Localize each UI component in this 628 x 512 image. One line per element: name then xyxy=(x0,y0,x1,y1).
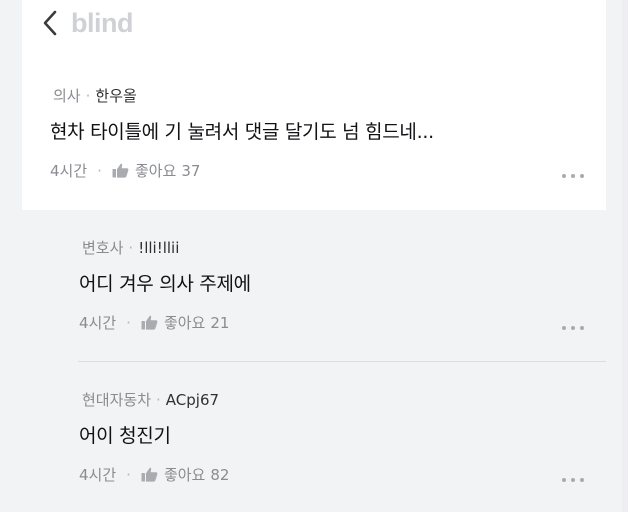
thumbs-up-icon xyxy=(112,163,129,178)
comment-nickname[interactable]: !lli!llii xyxy=(138,239,179,257)
comment-like-count: 21 xyxy=(210,313,230,332)
footer-separator: · xyxy=(126,465,131,484)
more-dot-icon xyxy=(562,174,566,178)
back-button[interactable] xyxy=(40,8,62,38)
comment-more-button[interactable] xyxy=(561,323,587,333)
comment-like-count: 82 xyxy=(210,465,230,484)
thumbs-up-icon xyxy=(141,467,158,482)
comment-time: 4시간 xyxy=(79,466,117,484)
comment-footer: 4시간 · 좋아요 21 xyxy=(79,312,229,333)
post-like-button[interactable]: 좋아요 37 xyxy=(112,160,201,181)
more-dot-icon xyxy=(562,326,566,330)
more-dot-icon xyxy=(571,478,575,482)
post-time: 4시간 xyxy=(50,162,88,180)
post-text: 현차 타이틀에 기 눌려서 댓글 달기도 넘 힘드네... xyxy=(50,121,434,143)
more-dot-icon xyxy=(571,174,575,178)
meta-separator: · xyxy=(128,239,134,257)
comment-like-label: 좋아요 xyxy=(163,314,206,332)
post-company[interactable]: 의사 xyxy=(53,87,81,105)
more-dot-icon xyxy=(562,478,566,482)
post-footer: 4시간 · 좋아요 37 xyxy=(50,160,200,181)
comment-more-button[interactable] xyxy=(561,475,587,485)
comment-text: 어이 청진기 xyxy=(79,425,171,447)
header-bar: blind xyxy=(22,0,606,48)
more-dot-icon xyxy=(580,174,584,178)
comment-text: 어디 겨우 의사 주제에 xyxy=(79,273,251,295)
comment-author-meta: 현대자동차 · ACpj67 xyxy=(82,389,219,410)
comment-author-meta: 변호사 · !lli!llii xyxy=(82,237,179,258)
chevron-left-icon xyxy=(43,10,57,36)
comment-like-button[interactable]: 좋아요 82 xyxy=(141,464,230,485)
comment-company[interactable]: 현대자동차 xyxy=(82,391,151,409)
comment-like-label: 좋아요 xyxy=(163,466,206,484)
more-dot-icon xyxy=(580,326,584,330)
comment-nickname[interactable]: ACpj67 xyxy=(166,391,219,409)
meta-separator: · xyxy=(156,391,161,409)
comment-footer: 4시간 · 좋아요 82 xyxy=(79,464,229,485)
post-like-count: 37 xyxy=(181,161,201,180)
comment-like-button[interactable]: 좋아요 21 xyxy=(141,312,230,333)
post-author-meta: 의사 · 한우올 xyxy=(53,85,137,106)
post-like-label: 좋아요 xyxy=(134,162,177,180)
post-more-button[interactable] xyxy=(561,171,587,181)
footer-separator: · xyxy=(97,161,102,180)
post-nickname[interactable]: 한우올 xyxy=(95,87,136,105)
comment-company[interactable]: 변호사 xyxy=(82,239,123,257)
thumbs-up-icon xyxy=(141,315,158,330)
more-dot-icon xyxy=(571,326,575,330)
page-edge xyxy=(622,0,628,512)
comment-time: 4시간 xyxy=(79,314,117,332)
meta-separator: · xyxy=(85,87,91,105)
app-logo: blind xyxy=(71,8,133,38)
comment-divider xyxy=(78,361,606,362)
more-dot-icon xyxy=(580,478,584,482)
footer-separator: · xyxy=(126,313,131,332)
